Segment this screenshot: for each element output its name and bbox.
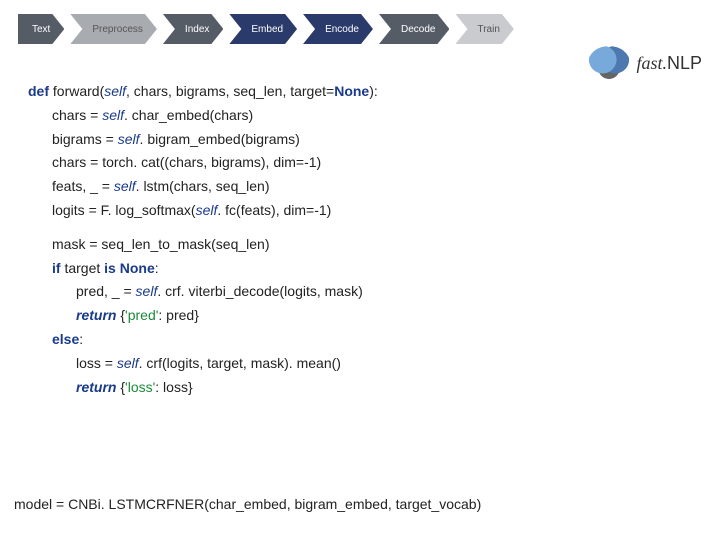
brand-logo: fast.NLP xyxy=(588,46,702,80)
code-line-else: else: xyxy=(52,328,378,352)
code-line: logits = F. log_softmax(self. fc(feats),… xyxy=(52,199,378,223)
brand-nlp: NLP xyxy=(667,53,702,73)
code-line-return: return {'loss': loss} xyxy=(76,376,378,400)
code-line: pred, _ = self. crf. viterbi_decode(logi… xyxy=(76,280,378,304)
code-line: chars = torch. cat((chars, bigrams), dim… xyxy=(52,151,378,175)
code-line: mask = seq_len_to_mask(seq_len) xyxy=(52,233,378,257)
step-index: Index xyxy=(163,14,223,44)
step-preprocess: Preprocess xyxy=(70,14,157,44)
pipeline-chevrons: Text Preprocess Index Embed Encode Decod… xyxy=(0,0,720,44)
code-block: def forward(self, chars, bigrams, seq_le… xyxy=(28,80,378,399)
code-line-if: if target is None: xyxy=(52,257,378,281)
brand-text: fast.NLP xyxy=(636,53,702,74)
code-line: bigrams = self. bigram_embed(bigrams) xyxy=(52,128,378,152)
code-line-return: return {'pred': pred} xyxy=(76,304,378,328)
brand-fast: fast. xyxy=(636,53,667,73)
code-line-def: def forward(self, chars, bigrams, seq_le… xyxy=(28,80,378,104)
code-line: loss = self. crf(logits, target, mask). … xyxy=(76,352,378,376)
step-decode: Decode xyxy=(379,14,449,44)
brain-icon xyxy=(588,46,630,80)
code-line: feats, _ = self. lstm(chars, seq_len) xyxy=(52,175,378,199)
model-instantiation: model = CNBi. LSTMCRFNER(char_embed, big… xyxy=(14,496,481,512)
step-embed: Embed xyxy=(229,14,297,44)
step-encode: Encode xyxy=(303,14,373,44)
step-text: Text xyxy=(18,14,64,44)
step-train: Train xyxy=(455,14,513,44)
code-line: chars = self. char_embed(chars) xyxy=(52,104,378,128)
